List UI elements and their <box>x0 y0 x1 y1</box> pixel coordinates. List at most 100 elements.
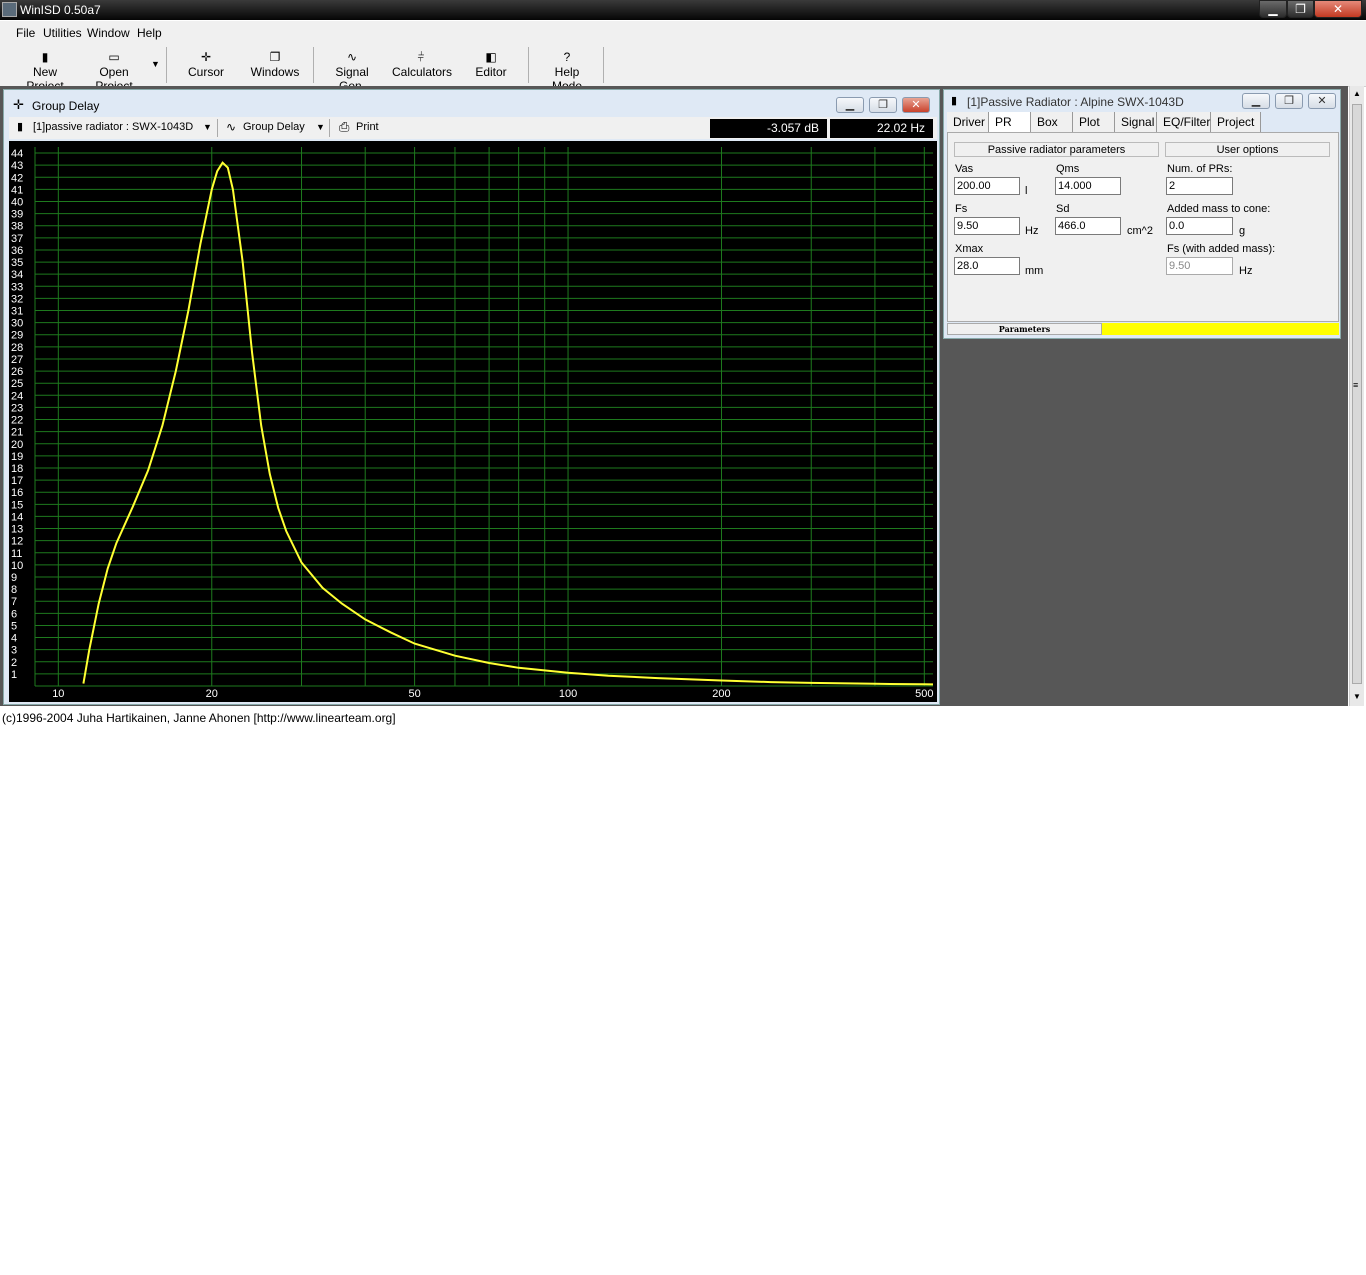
y-tick-label: 21 <box>11 427 23 439</box>
restore-icon[interactable]: ❐ <box>1287 0 1314 18</box>
y-tick-label: 37 <box>11 233 23 245</box>
chevron-down-icon[interactable]: ▼ <box>316 122 325 132</box>
y-tick-label: 3 <box>11 645 17 657</box>
menu-window[interactable]: Window <box>87 26 130 40</box>
y-tick-label: 4 <box>11 633 17 645</box>
added-mass-field[interactable]: 0.0 <box>1166 217 1233 235</box>
menu-file[interactable]: File <box>16 26 35 40</box>
editor-icon: ◧ <box>485 50 497 64</box>
tab-eq-filter[interactable]: EQ/Filter <box>1157 112 1211 132</box>
y-tick-label: 15 <box>11 499 23 511</box>
xmax-unit: mm <box>1025 265 1044 277</box>
x-tick-label: 10 <box>52 688 64 700</box>
project-icon: ▮ <box>951 95 958 107</box>
y-tick-label: 31 <box>11 306 23 318</box>
y-tick-label: 25 <box>11 378 23 390</box>
scroll-up-icon[interactable]: ▲ <box>1353 89 1361 98</box>
fs-added-mass-field: 9.50 <box>1166 257 1233 275</box>
y-tick-label: 19 <box>11 451 23 463</box>
x-tick-label: 50 <box>408 688 420 700</box>
parameters-tab[interactable]: Parameters <box>947 323 1102 335</box>
app-icon[interactable] <box>2 2 17 17</box>
scrollbar-thumb[interactable] <box>1352 104 1362 684</box>
tab-driver[interactable]: Driver <box>947 112 989 132</box>
group-delay-title: Group Delay <box>32 99 100 113</box>
minimize-icon[interactable]: ▁ <box>836 97 864 113</box>
group-delay-plot[interactable]: 1 2 3 4 5 6 7 8 9 10 11 12 13 14 15 16 17 18 19 20 21 22 23 24 2… <box>9 141 937 702</box>
editor-button[interactable]: ◧ Editor <box>470 49 512 79</box>
cursor-icon: ✛ <box>200 50 212 64</box>
user-options-header[interactable]: User options <box>1165 142 1330 157</box>
y-tick-label: 34 <box>11 269 23 281</box>
y-tick-label: 13 <box>11 524 23 536</box>
y-tick-label: 32 <box>11 293 23 305</box>
fs-added-mass-label: Fs (with added mass): <box>1167 243 1276 255</box>
y-tick-label: 23 <box>11 402 23 414</box>
y-tick-label: 20 <box>11 439 23 451</box>
y-tick-label: 9 <box>11 572 17 584</box>
y-tick-label: 30 <box>11 318 23 330</box>
fs-unit: Hz <box>1025 225 1039 237</box>
passive-radiator-window: ▮ [1]Passive Radiator : Alpine SWX-1043D… <box>943 89 1341 339</box>
y-tick-label: 42 <box>11 172 23 184</box>
y-tick-label: 41 <box>11 184 23 196</box>
vertical-scrollbar[interactable]: ▲ ≡ ▼ <box>1349 86 1364 706</box>
windows-button[interactable]: ❐ Windows <box>250 49 300 79</box>
passive-radiator-parameters-header[interactable]: Passive radiator parameters <box>954 142 1159 157</box>
y-tick-label: 43 <box>11 160 23 172</box>
restore-icon[interactable]: ❐ <box>869 97 897 113</box>
y-tick-label: 14 <box>11 511 23 523</box>
readout-hz: 22.02 Hz <box>830 119 933 138</box>
num-prs-label: Num. of PRs: <box>1167 163 1233 175</box>
calculators-icon: ⫩ <box>417 50 425 64</box>
grip-icon: ≡ <box>1353 380 1359 390</box>
y-tick-label: 29 <box>11 330 23 342</box>
tab-box[interactable]: Box <box>1031 112 1073 132</box>
xmax-field[interactable]: 28.0 <box>954 257 1020 275</box>
menu-bar: File Utilities Window Help <box>0 21 1366 43</box>
fs-field[interactable]: 9.50 <box>954 217 1020 235</box>
group-delay-chart: 1234567891011121314151617181920212223242… <box>11 147 933 700</box>
print-button[interactable]: Print <box>356 121 379 133</box>
y-tick-label: 1 <box>11 669 17 681</box>
x-tick-label: 20 <box>206 688 218 700</box>
project-icon: ▮ <box>17 121 24 133</box>
tab-signal[interactable]: Signal <box>1115 112 1157 132</box>
tab-plot[interactable]: Plot <box>1073 112 1115 132</box>
y-tick-label: 5 <box>11 620 17 632</box>
wave-icon: ∿ <box>226 120 237 134</box>
scroll-down-icon[interactable]: ▼ <box>1353 692 1361 701</box>
project-select[interactable]: [1]passive radiator : SWX-1043D <box>33 121 193 133</box>
app-title-bar: WinISD 0.50a7 ▁ ❐ ✕ <box>0 0 1366 20</box>
sd-field[interactable]: 466.0 <box>1055 217 1121 235</box>
y-tick-label: 12 <box>11 536 23 548</box>
open-project-dropdown-icon[interactable]: ▼ <box>151 59 160 69</box>
close-icon[interactable]: ✕ <box>902 97 930 113</box>
tab-project[interactable]: Project <box>1211 112 1261 132</box>
cursor-button[interactable]: ✛ Cursor <box>183 49 229 79</box>
y-tick-label: 36 <box>11 245 23 257</box>
sd-unit: cm^2 <box>1127 225 1153 237</box>
vas-label: Vas <box>955 163 974 175</box>
chevron-down-icon[interactable]: ▼ <box>203 122 212 132</box>
pr-status-strip: Parameters <box>947 323 1339 335</box>
toolbar-separator <box>166 47 167 83</box>
close-icon[interactable]: ✕ <box>1308 93 1336 109</box>
readout-db: -3.057 dB <box>710 119 827 138</box>
toolbar-separator <box>528 47 529 83</box>
vas-field[interactable]: 200.00 <box>954 177 1020 195</box>
minimize-icon[interactable]: ▁ <box>1242 93 1270 109</box>
minimize-icon[interactable]: ▁ <box>1259 0 1287 18</box>
num-prs-field[interactable]: 2 <box>1166 177 1233 195</box>
menu-help[interactable]: Help <box>137 26 162 40</box>
restore-icon[interactable]: ❐ <box>1275 93 1303 109</box>
plot-select[interactable]: Group Delay <box>243 121 305 133</box>
menu-utilities[interactable]: Utilities <box>43 26 82 40</box>
tab-pr[interactable]: PR <box>989 112 1031 132</box>
fs-label: Fs <box>955 203 968 215</box>
group-delay-window: ✛ Group Delay ▁ ❐ ✕ ▮ [1]passive radiato… <box>3 89 940 705</box>
calculators-button[interactable]: ⫩ Calculators <box>392 49 452 79</box>
y-tick-label: 11 <box>11 548 22 560</box>
qms-field[interactable]: 14.000 <box>1055 177 1121 195</box>
close-icon[interactable]: ✕ <box>1314 0 1362 18</box>
